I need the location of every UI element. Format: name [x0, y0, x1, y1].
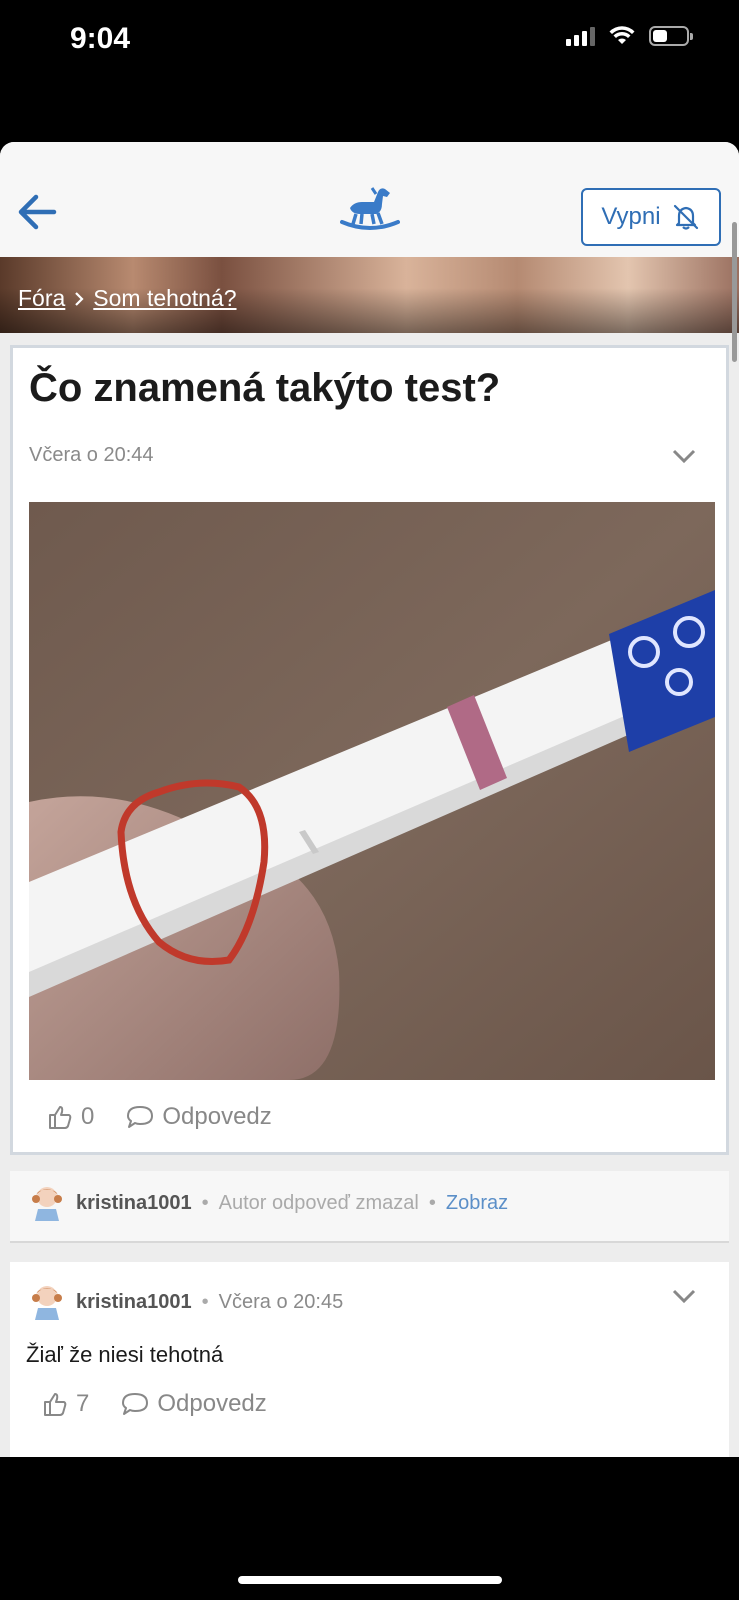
top-nav: Vypni [0, 142, 739, 257]
thumbs-up-icon [49, 1106, 72, 1129]
breadcrumb-category-link[interactable]: Som tehotná? [93, 285, 236, 312]
comment-author[interactable]: kristina1001 [76, 1192, 192, 1215]
rocking-horse-logo-icon[interactable] [340, 184, 400, 234]
status-time: 9:04 [70, 22, 131, 55]
comment-header: kristina1001 • Včera o 20:45 [28, 1282, 343, 1322]
thumbs-up-icon [44, 1393, 67, 1416]
back-arrow-icon[interactable] [14, 192, 64, 232]
speech-bubble-icon [122, 1393, 149, 1415]
chevron-down-icon[interactable] [670, 446, 698, 466]
comment: kristina1001 • Včera o 20:45 Žiaľ že nie… [10, 1262, 729, 1457]
reply-button[interactable]: Odpovedz [121, 1390, 267, 1418]
status-icons [566, 26, 693, 46]
forum-banner: Fóra Som tehotná? [0, 257, 739, 333]
bell-off-icon [673, 204, 698, 230]
show-comment-link[interactable]: Zobraz [446, 1192, 508, 1215]
separator-dot: • [428, 1191, 436, 1214]
comment-author[interactable]: kristina1001 [76, 1291, 192, 1314]
signal-icon [566, 26, 595, 46]
post-time: Včera o 20:44 [29, 444, 154, 466]
comment-actions: 7 Odpovedz [42, 1390, 267, 1418]
post-title: Čo znamená takýto test? [29, 366, 501, 410]
reply-label: Odpovedz [162, 1103, 272, 1130]
like-button[interactable]: 7 [42, 1390, 89, 1418]
deleted-note: Autor odpoveď zmazal [218, 1191, 419, 1214]
wifi-icon [609, 26, 635, 44]
post-card: Čo znamená takýto test? Včera o 20:44 0 … [10, 345, 729, 1155]
comment-text: Žiaľ že niesi tehotná [26, 1342, 224, 1367]
like-count: 7 [76, 1390, 90, 1417]
status-bar: 9:04 [0, 0, 739, 90]
breadcrumb-fora-link[interactable]: Fóra [18, 285, 65, 312]
like-button[interactable]: 0 [47, 1103, 94, 1131]
scrollbar[interactable] [732, 222, 737, 362]
speech-bubble-icon [127, 1106, 154, 1128]
comment-header: kristina1001 • Autor odpoveď zmazal • Zo… [28, 1183, 508, 1223]
reply-label: Odpovedz [157, 1390, 267, 1417]
like-count: 0 [81, 1103, 95, 1130]
post-photo[interactable] [29, 502, 715, 1080]
chevron-right-icon [75, 291, 84, 306]
separator-dot: • [201, 1290, 209, 1313]
home-indicator[interactable] [238, 1576, 502, 1584]
avatar-girl-icon[interactable] [28, 1183, 66, 1223]
vypni-label: Vypni [601, 203, 661, 230]
comment-deleted: kristina1001 • Autor odpoveď zmazal • Zo… [10, 1171, 729, 1243]
notifications-off-button[interactable]: Vypni [581, 188, 721, 246]
avatar-girl-icon[interactable] [28, 1282, 66, 1322]
separator-dot: • [201, 1191, 209, 1214]
chevron-down-icon[interactable] [670, 1286, 698, 1306]
app-window: Vypni Fóra Som tehotná? Čo znamená takýt… [0, 142, 739, 1457]
breadcrumb: Fóra Som tehotná? [18, 285, 237, 312]
battery-icon [649, 26, 693, 46]
post-actions: 0 Odpovedz [47, 1103, 272, 1131]
comment-time: Včera o 20:45 [218, 1290, 344, 1313]
reply-button[interactable]: Odpovedz [126, 1103, 272, 1131]
